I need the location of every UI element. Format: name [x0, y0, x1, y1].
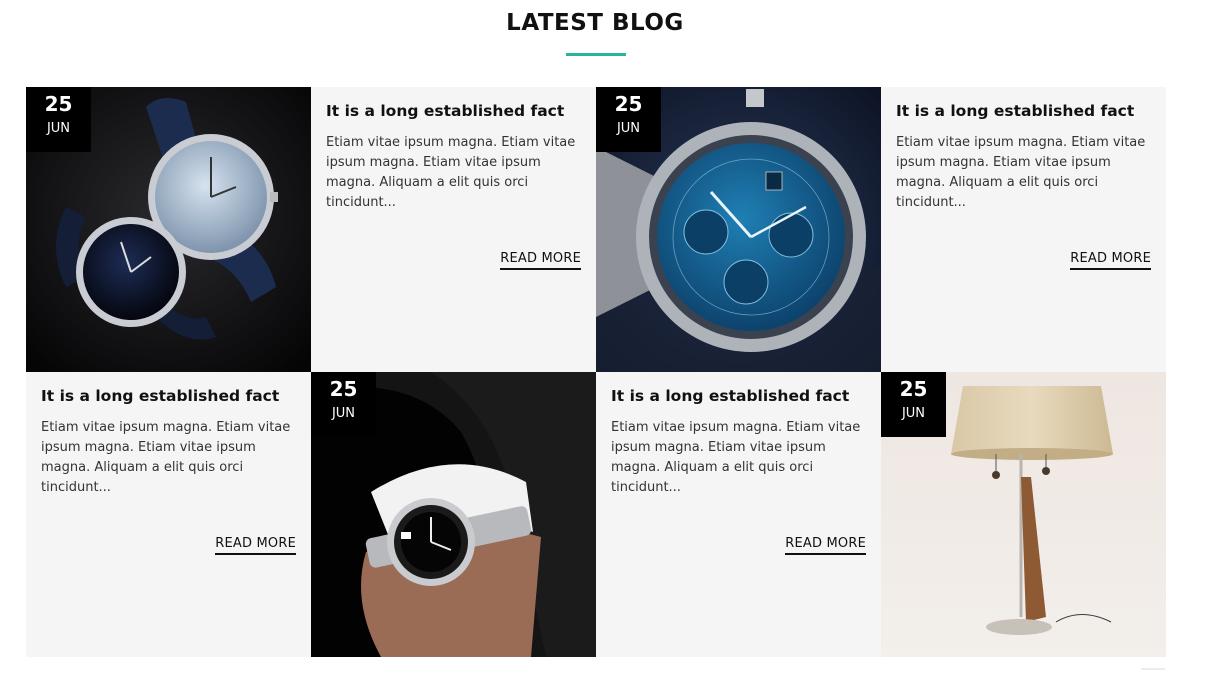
blog-post-content: It is a long established fact Etiam vita… — [596, 372, 881, 657]
blog-post-image[interactable]: 25 JUN — [311, 372, 596, 657]
blog-post-content: It is a long established fact Etiam vita… — [881, 87, 1166, 372]
date-day: 25 — [44, 92, 73, 116]
date-day: 25 — [614, 92, 643, 116]
post-title[interactable]: It is a long established fact — [896, 101, 1151, 121]
post-title[interactable]: It is a long established fact — [41, 386, 296, 406]
date-badge: 25 JUN — [596, 87, 661, 152]
blog-post-content: It is a long established fact Etiam vita… — [26, 372, 311, 657]
date-month: JUN — [901, 406, 926, 421]
blog-post-image[interactable]: 25 JUN — [26, 87, 311, 372]
date-day: 25 — [329, 377, 358, 401]
post-excerpt: Etiam vitae ipsum magna. Etiam vitae ips… — [611, 420, 861, 495]
corner-mark — [1141, 668, 1165, 670]
read-more-link[interactable]: READ MORE — [1070, 251, 1151, 270]
read-more-link[interactable]: READ MORE — [215, 536, 296, 555]
blog-post-image[interactable]: 25 JUN — [596, 87, 881, 372]
blog-post-content: It is a long established fact Etiam vita… — [311, 87, 596, 372]
date-badge: 25 JUN — [311, 372, 376, 437]
blog-grid: 25 JUN It is a long established fact Eti… — [26, 87, 1166, 657]
title-underline — [566, 53, 626, 56]
post-excerpt: Etiam vitae ipsum magna. Etiam vitae ips… — [326, 135, 576, 210]
date-month: JUN — [331, 406, 356, 421]
date-day: 25 — [899, 377, 928, 401]
read-more-link[interactable]: READ MORE — [500, 251, 581, 270]
date-month: JUN — [46, 121, 71, 136]
date-badge: 25 JUN — [881, 372, 946, 437]
blog-post-image[interactable]: 25 JUN — [881, 372, 1166, 657]
post-excerpt: Etiam vitae ipsum magna. Etiam vitae ips… — [896, 135, 1146, 210]
read-more-link[interactable]: READ MORE — [785, 536, 866, 555]
post-title[interactable]: It is a long established fact — [611, 386, 866, 406]
post-title[interactable]: It is a long established fact — [326, 101, 581, 121]
section-title: LATEST BLOG — [506, 10, 684, 36]
date-month: JUN — [616, 121, 641, 136]
date-badge: 25 JUN — [26, 87, 91, 152]
post-excerpt: Etiam vitae ipsum magna. Etiam vitae ips… — [41, 420, 291, 495]
